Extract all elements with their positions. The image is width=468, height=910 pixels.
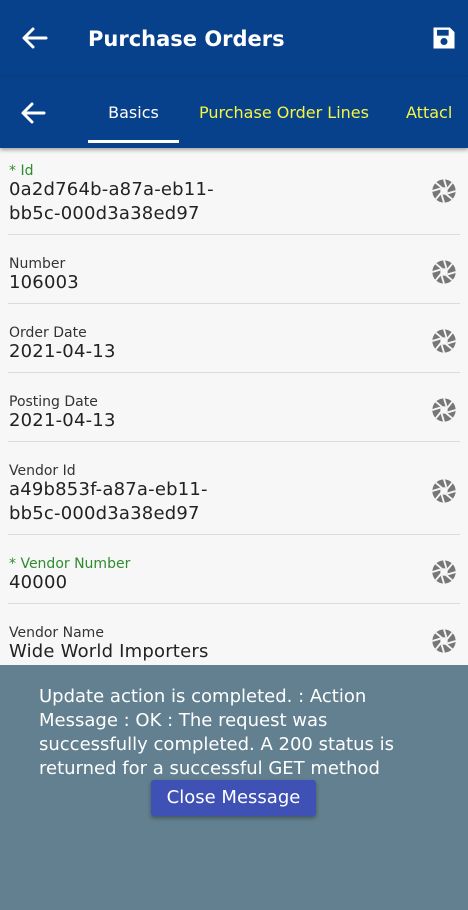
camera-aperture-icon[interactable] bbox=[430, 558, 458, 586]
app-bar: Purchase Orders bbox=[0, 0, 468, 76]
field-label: Vendor Id bbox=[9, 463, 76, 479]
field-label: Number bbox=[9, 256, 66, 272]
field-label: * Id bbox=[9, 163, 34, 179]
field-number: Number 106003 bbox=[0, 235, 468, 304]
camera-aperture-icon[interactable] bbox=[430, 177, 458, 205]
field-id: * Id 0a2d764b-a87a-eb11- bb5c-000d3a38ed… bbox=[0, 148, 468, 235]
field-vendor-number: * Vendor Number 40000 bbox=[0, 535, 468, 604]
active-tab-indicator bbox=[88, 140, 179, 143]
field-value[interactable]: 0a2d764b-a87a-eb11- bbox=[9, 179, 214, 201]
field-value[interactable]: bb5c-000d3a38ed97 bbox=[9, 203, 200, 225]
field-value[interactable]: bb5c-000d3a38ed97 bbox=[9, 503, 200, 525]
camera-aperture-icon[interactable] bbox=[430, 477, 458, 505]
field-vendor-id: Vendor Id a49b853f-a87a-eb11- bb5c-000d3… bbox=[0, 442, 468, 535]
field-value[interactable]: 40000 bbox=[9, 572, 67, 594]
message-panel: Update action is completed. : Action Mes… bbox=[0, 665, 468, 910]
tab-attachments[interactable]: Attacl bbox=[406, 101, 452, 125]
field-value[interactable]: a49b853f-a87a-eb11- bbox=[9, 479, 208, 501]
camera-aperture-icon[interactable] bbox=[430, 396, 458, 424]
page-title: Purchase Orders bbox=[88, 27, 285, 51]
arrow-left-icon[interactable] bbox=[20, 26, 48, 50]
message-text: Update action is completed. : Action Mes… bbox=[39, 686, 394, 779]
camera-aperture-icon[interactable] bbox=[430, 627, 458, 655]
close-message-button[interactable]: Close Message bbox=[151, 780, 316, 816]
arrow-left-icon[interactable] bbox=[20, 101, 46, 125]
field-vendor-name: Vendor Name Wide World Importers bbox=[0, 604, 468, 665]
field-value[interactable]: Wide World Importers bbox=[9, 641, 209, 663]
camera-aperture-icon[interactable] bbox=[430, 258, 458, 286]
field-posting-date: Posting Date 2021-04-13 bbox=[0, 373, 468, 442]
camera-aperture-icon[interactable] bbox=[430, 327, 458, 355]
field-label: Order Date bbox=[9, 325, 87, 341]
field-label: Vendor Name bbox=[9, 625, 104, 641]
field-value[interactable]: 2021-04-13 bbox=[9, 341, 116, 363]
save-icon[interactable] bbox=[430, 24, 458, 52]
tab-purchase-order-lines[interactable]: Purchase Order Lines bbox=[199, 101, 369, 125]
field-order-date: Order Date 2021-04-13 bbox=[0, 304, 468, 373]
tab-bar: Basics Purchase Order Lines Attacl bbox=[0, 76, 468, 148]
field-value[interactable]: 2021-04-13 bbox=[9, 410, 116, 432]
field-value[interactable]: 106003 bbox=[9, 272, 79, 294]
tab-basics[interactable]: Basics bbox=[88, 101, 179, 125]
field-label: Posting Date bbox=[9, 394, 98, 410]
field-label: * Vendor Number bbox=[9, 556, 131, 572]
